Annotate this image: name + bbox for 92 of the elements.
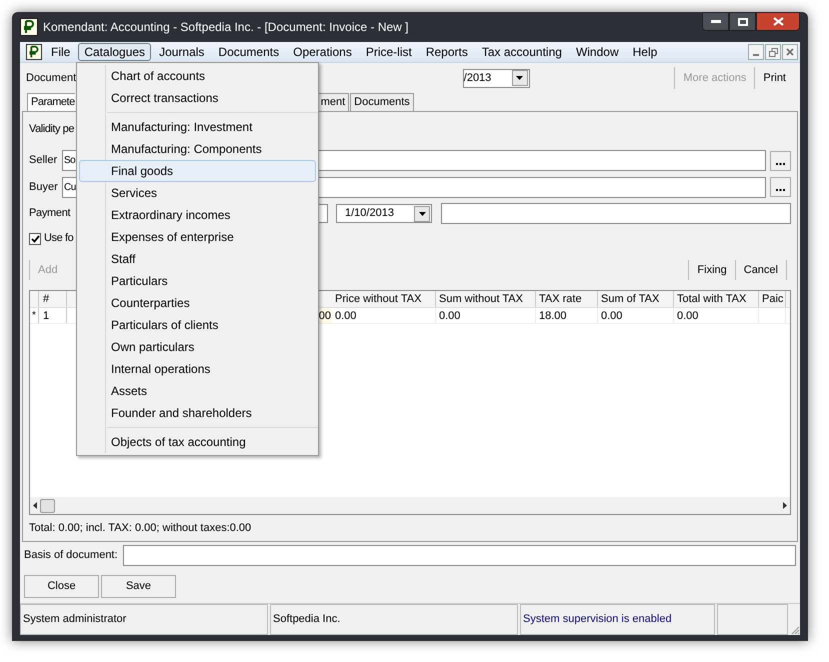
maximize-button[interactable] bbox=[729, 12, 756, 31]
ellipsis-icon bbox=[776, 189, 785, 192]
field-label: Seller bbox=[29, 153, 58, 168]
dialog-button[interactable]: Close bbox=[24, 574, 99, 598]
menu-item[interactable]: Documents bbox=[212, 43, 286, 61]
menu-item[interactable]: Reports bbox=[420, 43, 474, 61]
horizontal-scrollbar[interactable] bbox=[30, 497, 790, 514]
browse-button[interactable] bbox=[770, 150, 791, 171]
tab[interactable]: Paramete bbox=[27, 93, 75, 111]
menu-entry[interactable]: Particulars of clients bbox=[79, 314, 316, 336]
close-icon bbox=[772, 17, 784, 26]
status-panel: System supervision is enabled bbox=[520, 604, 715, 635]
menu-entry[interactable]: Staff bbox=[79, 248, 316, 270]
column-header[interactable]: Price without TAX bbox=[332, 290, 436, 307]
check-icon bbox=[30, 234, 40, 243]
maximize-icon bbox=[738, 18, 748, 26]
text-field[interactable] bbox=[441, 203, 791, 224]
menu-entry[interactable]: Chart of accounts bbox=[79, 65, 316, 87]
child-restore-button[interactable] bbox=[765, 44, 781, 60]
menu-entry[interactable]: Correct transactions bbox=[79, 87, 316, 109]
menu-item[interactable]: Help bbox=[626, 43, 664, 61]
toolbar-button[interactable]: Print bbox=[754, 67, 794, 89]
field-label: Validity pe bbox=[29, 122, 74, 138]
menu-entry[interactable]: Extraordinary incomes bbox=[79, 204, 316, 226]
date-field[interactable]: 1/10/2013 bbox=[336, 204, 432, 224]
tab[interactable]: ment bbox=[316, 93, 350, 111]
table-cell: 0.00 bbox=[332, 308, 436, 323]
tab[interactable]: Documents bbox=[350, 93, 414, 111]
document-logo-icon bbox=[26, 44, 42, 60]
column-header[interactable]: TAX rate bbox=[536, 290, 598, 307]
dropdown-button[interactable] bbox=[414, 206, 430, 222]
child-minimize-button[interactable] bbox=[748, 44, 764, 60]
browse-button[interactable] bbox=[770, 177, 791, 198]
column-header[interactable]: Paic bbox=[759, 290, 786, 307]
resize-grip-icon[interactable] bbox=[790, 625, 800, 635]
column-header[interactable]: # bbox=[39, 290, 67, 307]
close-icon bbox=[786, 48, 794, 56]
minimize-button[interactable] bbox=[702, 12, 729, 31]
column-header[interactable]: Sum without TAX bbox=[436, 290, 536, 307]
status-panel: Softpedia Inc. bbox=[270, 604, 518, 635]
checkbox[interactable] bbox=[29, 232, 41, 245]
menu-entry[interactable]: Objects of tax accounting bbox=[79, 431, 316, 453]
status-panel bbox=[717, 604, 788, 635]
close-button[interactable] bbox=[756, 12, 800, 31]
scroll-thumb[interactable] bbox=[40, 498, 55, 513]
table-cell: 0.00 bbox=[598, 308, 674, 323]
totals-text: Total: 0.00; incl. TAX: 0.00; without taxes:0.00 bbox=[29, 520, 252, 536]
checkbox-label: Use fo bbox=[44, 231, 74, 246]
menu-entry[interactable]: Assets bbox=[79, 380, 316, 402]
menu-item[interactable]: Operations bbox=[287, 43, 358, 61]
menu-item[interactable]: File bbox=[45, 43, 76, 61]
menu-entry[interactable]: Expenses of enterprise bbox=[79, 226, 316, 248]
menu-item[interactable]: Tax accounting bbox=[476, 43, 568, 61]
dialog-button[interactable]: Save bbox=[101, 574, 176, 598]
table-cell: 0.00 bbox=[674, 308, 759, 323]
menu-entry[interactable]: Counterparties bbox=[79, 292, 316, 314]
caret-icon bbox=[418, 212, 426, 216]
table-cell: 18.00 bbox=[536, 308, 598, 323]
child-close-button[interactable] bbox=[782, 44, 798, 60]
scroll-left-icon bbox=[33, 502, 37, 510]
menu-entry[interactable]: Own particulars bbox=[79, 336, 316, 358]
ellipsis-icon bbox=[776, 162, 785, 165]
scroll-right-icon bbox=[783, 502, 787, 510]
menu-item[interactable]: Price-list bbox=[360, 43, 418, 61]
field-label: Document bbox=[26, 70, 76, 86]
menu-item[interactable]: Journals bbox=[153, 43, 210, 61]
minimize-icon bbox=[753, 54, 759, 56]
minimize-icon bbox=[710, 20, 720, 23]
column-header[interactable]: Sum of TAX bbox=[598, 290, 674, 307]
dropdown-button[interactable] bbox=[512, 70, 528, 86]
menu-entry[interactable]: Founder and shareholders bbox=[79, 402, 316, 424]
text-field[interactable] bbox=[122, 545, 796, 566]
field-label: Payment bbox=[29, 206, 72, 222]
menu-item[interactable]: Catalogues bbox=[78, 43, 152, 61]
menu-entry[interactable]: Internal operations bbox=[79, 358, 316, 380]
date-field[interactable]: /2013 bbox=[462, 68, 530, 88]
menu-item[interactable]: Window bbox=[570, 43, 625, 61]
text-field[interactable] bbox=[319, 204, 328, 224]
caret-icon bbox=[516, 76, 524, 80]
status-panel: System administrator bbox=[20, 604, 268, 635]
app-logo-icon bbox=[20, 18, 38, 36]
toolbar-button[interactable]: Fixing bbox=[688, 260, 735, 280]
menu-entry[interactable]: Final goods bbox=[79, 160, 316, 182]
table-cell: 0.00 bbox=[436, 308, 536, 323]
menu-entry[interactable]: Particulars bbox=[79, 270, 316, 292]
table-cell: 1 bbox=[39, 308, 67, 323]
window-title: Komendant: Accounting - Softpedia Inc. - [Document: Invoice - New ] bbox=[43, 19, 409, 36]
column-header[interactable]: Total with TAX bbox=[674, 290, 759, 307]
field-label: Basis of document: bbox=[24, 548, 118, 564]
field-label: Buyer bbox=[29, 180, 59, 195]
menu-entry[interactable]: Manufacturing: Investment bbox=[79, 116, 316, 138]
restore-icon bbox=[768, 48, 778, 56]
